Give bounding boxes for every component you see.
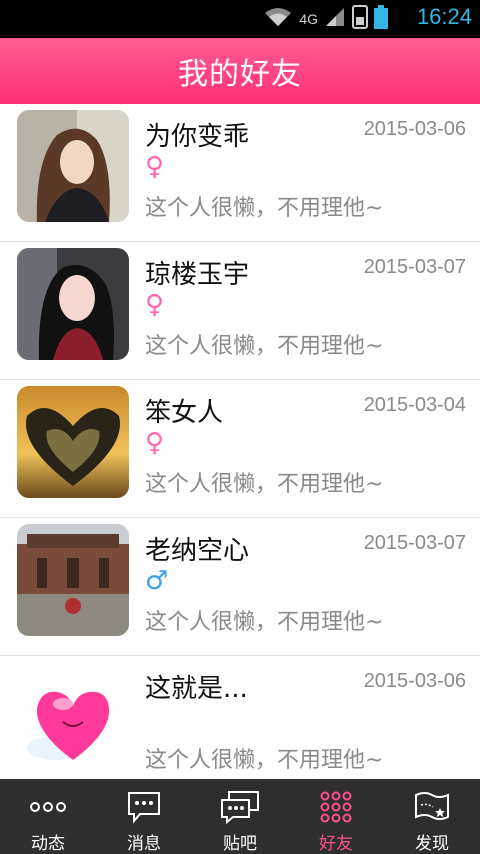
friend-avatar[interactable]: [17, 110, 129, 222]
battery-icon: [374, 5, 388, 33]
friend-date: 2015-03-07: [363, 532, 466, 554]
friend-signature: 这个人很懒，不用理他~: [145, 334, 384, 359]
friend-name: 琼楼玉宇: [145, 260, 250, 290]
tab-forum[interactable]: 贴吧: [192, 779, 288, 854]
signal-icon: [324, 6, 346, 32]
sim-icon: [352, 5, 368, 33]
chat-bubbles-icon: [219, 789, 261, 825]
male-icon: ♂: [145, 566, 169, 596]
friend-name: 笨女人: [145, 398, 224, 428]
friend-signature: 这个人很懒，不用理他~: [145, 472, 384, 497]
tab-friends[interactable]: 好友: [288, 779, 384, 854]
friend-row[interactable]: 琼楼玉宇 2015-03-07 ♀ 这个人很懒，不用理他~: [0, 242, 480, 380]
map-flag-icon: [413, 789, 451, 825]
female-icon: ♀: [145, 152, 165, 182]
tab-discover[interactable]: 发现: [384, 779, 480, 854]
wifi-icon: [263, 6, 293, 32]
friend-avatar[interactable]: [17, 386, 129, 498]
friend-avatar[interactable]: [17, 662, 129, 774]
tab-label: 贴吧: [223, 834, 257, 854]
friend-avatar[interactable]: [17, 248, 129, 360]
dots-icon: [28, 789, 68, 825]
friend-date: 2015-03-07: [363, 256, 466, 278]
friend-list[interactable]: 为你变乖 2015-03-06 ♀ 这个人很懒，不用理他~ 琼楼玉宇 2015-…: [0, 104, 480, 779]
female-icon: ♀: [145, 428, 165, 458]
friend-name: 为你变乖: [145, 122, 250, 152]
friend-avatar[interactable]: [17, 524, 129, 636]
tab-label: 动态: [31, 834, 65, 854]
friend-name: 这就是...: [145, 674, 248, 704]
female-icon: ♀: [145, 290, 165, 320]
tab-messages[interactable]: 消息: [96, 779, 192, 854]
friend-signature: 这个人很懒，不用理他~: [145, 196, 384, 221]
friend-date: 2015-03-06: [363, 670, 466, 692]
tab-label: 发现: [415, 834, 449, 854]
status-bar: 4G 16:24: [0, 0, 480, 38]
friend-name: 老纳空心: [145, 536, 250, 566]
friend-signature: 这个人很懒，不用理他~: [145, 748, 384, 773]
status-time: 16:24: [416, 4, 472, 29]
friend-row[interactable]: 为你变乖 2015-03-06 ♀ 这个人很懒，不用理他~: [0, 104, 480, 242]
bottom-tab-bar: 动态 消息 贴吧 好友 发现: [0, 779, 480, 854]
friend-date: 2015-03-04: [363, 394, 466, 416]
network-label: 4G: [299, 11, 318, 27]
friend-row[interactable]: 这就是... 2015-03-06 这个人很懒，不用理他~: [0, 656, 480, 779]
tab-dynamics[interactable]: 动态: [0, 779, 96, 854]
friend-signature: 这个人很懒，不用理他~: [145, 610, 384, 635]
friend-row[interactable]: 老纳空心 2015-03-07 ♂ 这个人很懒，不用理他~: [0, 518, 480, 656]
friend-row[interactable]: 笨女人 2015-03-04 ♀ 这个人很懒，不用理他~: [0, 380, 480, 518]
title-bar: 我的好友: [0, 38, 480, 104]
page-title: 我的好友: [178, 57, 302, 92]
message-bubble-icon: [126, 789, 162, 825]
tab-label: 消息: [127, 834, 161, 854]
friend-date: 2015-03-06: [363, 118, 466, 140]
status-icons: 4G: [263, 5, 388, 33]
tab-label: 好友: [319, 834, 353, 854]
dot-grid-icon: [319, 789, 353, 825]
